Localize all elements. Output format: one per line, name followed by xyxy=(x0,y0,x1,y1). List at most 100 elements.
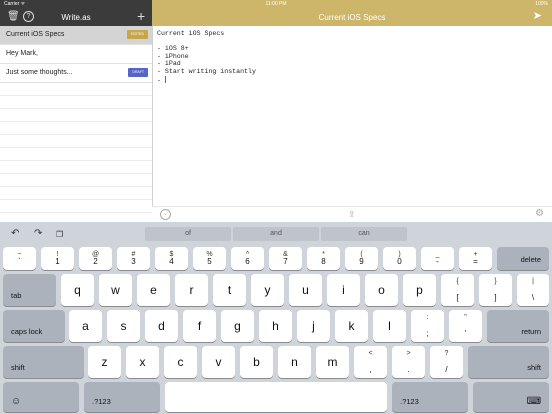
key-y[interactable]: y xyxy=(251,274,284,306)
sidebar-title: Write.as xyxy=(61,13,91,22)
key-d[interactable]: d xyxy=(145,310,178,342)
key-period[interactable]: >. xyxy=(392,346,425,378)
key-quote[interactable]: " ' xyxy=(449,310,482,342)
key-e[interactable]: e xyxy=(137,274,170,306)
suggestion-2[interactable]: and xyxy=(233,227,319,241)
key-l[interactable]: l xyxy=(373,310,406,342)
publish-send-icon[interactable]: ➤ xyxy=(533,9,542,22)
emoji-icon: ☺ xyxy=(11,396,22,407)
onscreen-keyboard: ↶ ↷ ❐ of and can ~ ` ! 1 @2 #3 $4 % 5 ^ 6 & 7… xyxy=(0,222,552,414)
sidebar: 🗑 ? Write.as + Current iOS Specs EDITED … xyxy=(0,0,153,226)
editor-line: Current iOS Specs xyxy=(157,30,225,37)
dismiss-keyboard-key[interactable]: ⌨ xyxy=(473,382,549,412)
tab-key[interactable]: tab xyxy=(3,274,56,306)
post-title: Current iOS Specs xyxy=(6,31,65,38)
editor-footer: ⌄ ⇪ ⚙ xyxy=(152,206,552,223)
key-slash[interactable]: ? / xyxy=(430,346,463,378)
key-semicolon[interactable]: :; xyxy=(411,310,444,342)
key-bracket-right[interactable]: }] xyxy=(479,274,512,306)
delete-key[interactable]: delete xyxy=(497,247,549,270)
key-backslash[interactable]: | \ xyxy=(517,274,549,306)
empty-row xyxy=(0,200,152,213)
battery-level: 100% xyxy=(535,1,548,7)
key-equals[interactable]: + = xyxy=(459,247,492,270)
emoji-key[interactable]: ☺ xyxy=(3,382,79,412)
key-a[interactable]: a xyxy=(69,310,102,342)
add-post-icon[interactable]: + xyxy=(137,8,145,24)
empty-row xyxy=(0,135,152,148)
redo-icon[interactable]: ↷ xyxy=(34,228,42,239)
empty-row xyxy=(0,83,152,96)
clock: 11:00 PM xyxy=(265,1,287,7)
suggestion-3[interactable]: can xyxy=(321,227,407,241)
key-8[interactable]: * 8 xyxy=(307,247,340,270)
key-z[interactable]: z xyxy=(88,346,121,378)
shift-key-left[interactable]: shift xyxy=(3,346,84,378)
return-key[interactable]: return xyxy=(487,310,549,342)
numbers-key-right[interactable]: .?123 xyxy=(392,382,468,412)
caps-lock-key[interactable]: caps lock xyxy=(3,310,65,342)
key-1[interactable]: ! 1 xyxy=(41,247,74,270)
editor-line: - iPad xyxy=(157,60,181,68)
key-9[interactable]: (9 xyxy=(345,247,378,270)
key-j[interactable]: j xyxy=(297,310,330,342)
post-item[interactable]: Current iOS Specs EDITED xyxy=(0,26,152,45)
key-s[interactable]: s xyxy=(107,310,140,342)
key-i[interactable]: i xyxy=(327,274,360,306)
editor-line: - xyxy=(157,76,165,84)
key-f[interactable]: f xyxy=(183,310,216,342)
key-4[interactable]: $4 xyxy=(155,247,188,270)
share-icon[interactable]: ⇪ xyxy=(348,209,356,220)
post-title: Hey Mark, xyxy=(6,50,38,57)
key-5[interactable]: % 5 xyxy=(193,247,226,270)
gear-icon[interactable]: ⚙ xyxy=(535,208,544,219)
key-6[interactable]: ^ 6 xyxy=(231,247,264,270)
key-7[interactable]: & 7 xyxy=(269,247,302,270)
empty-row xyxy=(0,148,152,161)
key-u[interactable]: u xyxy=(289,274,322,306)
chevron-down-icon[interactable]: ⌄ xyxy=(160,209,171,220)
status-badge: DRAFT xyxy=(128,68,148,77)
paste-icon[interactable]: ❐ xyxy=(56,230,63,239)
empty-row xyxy=(0,161,152,174)
key-n[interactable]: n xyxy=(278,346,311,378)
key-k[interactable]: k xyxy=(335,310,368,342)
key-q[interactable]: q xyxy=(61,274,94,306)
key-x[interactable]: x xyxy=(126,346,159,378)
suggestion-1[interactable]: of xyxy=(145,227,231,241)
key-v[interactable]: v xyxy=(202,346,235,378)
status-badge: EDITED xyxy=(127,30,148,39)
post-item[interactable]: Just some thoughts... DRAFT xyxy=(0,64,152,83)
key-m[interactable]: m xyxy=(316,346,349,378)
post-list: Current iOS Specs EDITED Hey Mark, Just … xyxy=(0,26,152,226)
editor-line: - Start writing instantly xyxy=(157,67,256,75)
status-bar: Carrier ᯤ 11:00 PM 100% xyxy=(0,0,552,8)
key-backtick[interactable]: ~ ` xyxy=(3,247,36,270)
key-h[interactable]: h xyxy=(259,310,292,342)
editor-line: - iOS 8+ xyxy=(157,45,189,53)
key-bracket-left[interactable]: {[ xyxy=(441,274,474,306)
shift-key-right[interactable]: shift xyxy=(468,346,549,378)
key-w[interactable]: w xyxy=(99,274,132,306)
key-g[interactable]: g xyxy=(221,310,254,342)
post-title: Just some thoughts... xyxy=(6,69,73,76)
editor-line: - iPhone xyxy=(157,52,189,60)
numbers-key-left[interactable]: .?123 xyxy=(84,382,160,412)
empty-row xyxy=(0,109,152,122)
key-comma[interactable]: <, xyxy=(354,346,387,378)
key-minus[interactable]: _ - xyxy=(421,247,454,270)
undo-icon[interactable]: ↶ xyxy=(11,228,19,239)
editor-text-area[interactable]: Current iOS Specs - iOS 8+ - iPhone - iP… xyxy=(157,30,537,84)
key-t[interactable]: t xyxy=(213,274,246,306)
key-c[interactable]: c xyxy=(164,346,197,378)
key-3[interactable]: #3 xyxy=(117,247,150,270)
key-2[interactable]: @2 xyxy=(79,247,112,270)
key-0[interactable]: ) 0 xyxy=(383,247,416,270)
key-o[interactable]: o xyxy=(365,274,398,306)
key-r[interactable]: r xyxy=(175,274,208,306)
text-cursor xyxy=(164,75,166,83)
key-p[interactable]: p xyxy=(403,274,436,306)
space-bar[interactable] xyxy=(165,382,387,412)
key-b[interactable]: b xyxy=(240,346,273,378)
post-item[interactable]: Hey Mark, xyxy=(0,45,152,64)
